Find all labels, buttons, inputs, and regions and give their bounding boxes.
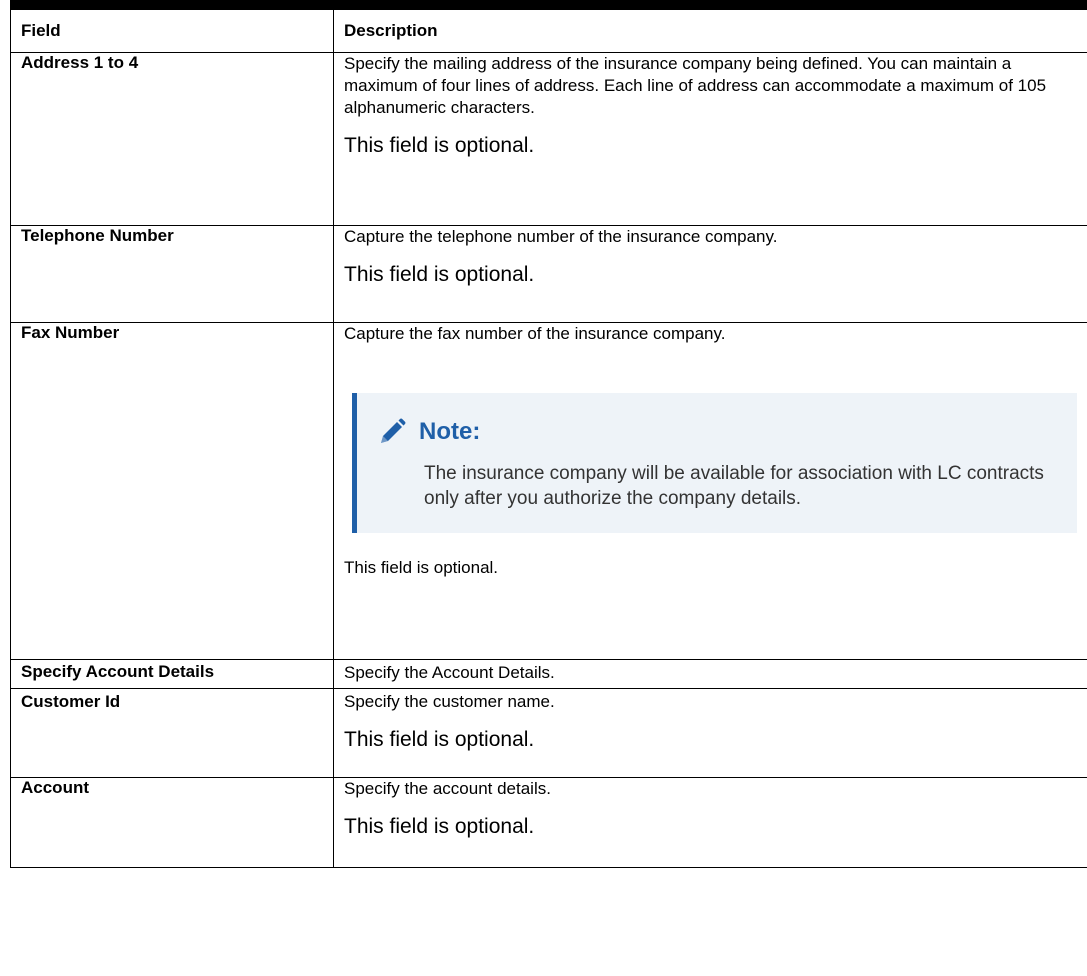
column-header-field: Field — [10, 0, 334, 53]
table-row: Telephone Number Capture the telephone n… — [10, 225, 1087, 323]
field-description-cell: Specify the mailing address of the insur… — [333, 52, 1087, 226]
table-body: Address 1 to 4 Specify the mailing addre… — [10, 52, 1087, 868]
column-header-description: Description — [333, 0, 1087, 53]
field-description-cell: Capture the fax number of the insurance … — [333, 322, 1087, 660]
description-text: Specify the Account Details. — [344, 663, 555, 682]
table-row: Account Specify the account details. Thi… — [10, 777, 1087, 868]
pencil-icon — [377, 417, 407, 447]
description-text: Specify the customer name. — [344, 692, 555, 711]
description-text: Capture the telephone number of the insu… — [344, 227, 778, 246]
header-row: Field Description — [10, 0, 1087, 53]
table-header: Field Description — [10, 0, 1087, 53]
field-description-cell: Specify the Account Details. — [333, 659, 1087, 689]
field-name-cell: Telephone Number — [10, 225, 334, 323]
description-text: Capture the fax number of the insurance … — [344, 324, 726, 343]
field-name-cell: Address 1 to 4 — [10, 52, 334, 226]
table-row: Specify Account Details Specify the Acco… — [10, 659, 1087, 689]
field-description-cell: Specify the account details. This field … — [333, 777, 1087, 868]
optional-text: This field is optional. — [344, 815, 535, 838]
note-label: Note: — [419, 418, 481, 445]
note-heading: Note: — [377, 417, 1057, 447]
optional-text: This field is optional. — [344, 558, 499, 577]
field-name-cell: Account — [10, 777, 334, 868]
description-text: Specify the mailing address of the insur… — [344, 54, 1047, 117]
note-text: The insurance company will be available … — [424, 463, 1044, 509]
field-description-cell: Capture the telephone number of the insu… — [333, 225, 1087, 323]
field-description-table: Field Description Address 1 to 4 Specify… — [10, 0, 1087, 868]
optional-text: This field is optional. — [344, 263, 535, 286]
note-callout: Note: The insurance company will be avai… — [352, 393, 1077, 533]
field-name-cell: Customer Id — [10, 688, 334, 778]
optional-text: This field is optional. — [344, 134, 535, 157]
field-name-cell: Specify Account Details — [10, 659, 334, 689]
table-row: Customer Id Specify the customer name. T… — [10, 688, 1087, 778]
field-name-cell: Fax Number — [10, 322, 334, 660]
optional-text: This field is optional. — [344, 728, 535, 751]
description-text: Specify the account details. — [344, 779, 551, 798]
document-page: Field Description Address 1 to 4 Specify… — [0, 0, 1087, 976]
table-row: Address 1 to 4 Specify the mailing addre… — [10, 52, 1087, 226]
field-description-cell: Specify the customer name. This field is… — [333, 688, 1087, 778]
table-row: Fax Number Capture the fax number of the… — [10, 322, 1087, 660]
